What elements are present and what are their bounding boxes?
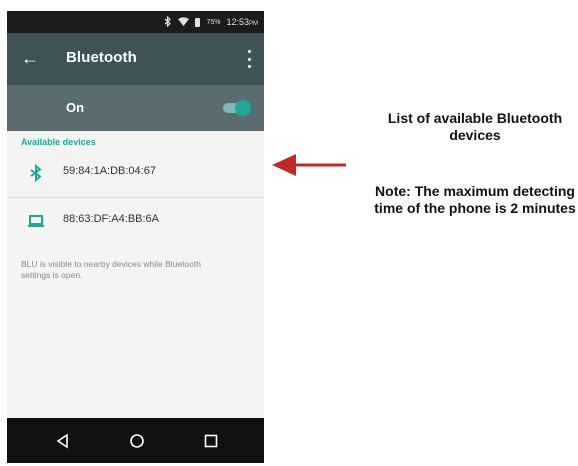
page-title: Bluetooth [66, 49, 137, 66]
navigation-bar [7, 418, 264, 463]
back-arrow-icon[interactable]: ← [21, 47, 39, 69]
status-time: 12:53PM [226, 17, 258, 27]
battery-percent: 75% [206, 18, 221, 26]
visibility-note: BLU is visible to nearby devices while B… [21, 259, 202, 280]
device-name: 88:63:DF:A4:BB:6A [63, 213, 159, 225]
device-row[interactable]: 59:84:1A:DB:04:67 [7, 151, 264, 195]
available-devices-header: Available devices [21, 137, 96, 147]
phone-screen: 75% 12:53PM ← Bluetooth On Available dev… [7, 11, 264, 463]
annotation-title: List of available Bluetooth devices [387, 110, 563, 143]
device-name: 59:84:1A:DB:04:67 [63, 165, 156, 177]
status-icons: 75% 12:53PM [164, 11, 258, 33]
clock-am-pm: PM [249, 21, 258, 27]
bluetooth-toggle-bar[interactable]: On [7, 85, 264, 131]
annotation-note: Note: The maximum detecting time of the … [374, 183, 576, 216]
bluetooth-switch[interactable] [223, 100, 251, 116]
more-options-icon[interactable] [243, 50, 255, 68]
nav-home-icon[interactable] [127, 431, 147, 451]
laptop-icon [27, 212, 45, 230]
switch-thumb [235, 100, 251, 116]
bluetooth-icon [27, 163, 45, 183]
bluetooth-status-icon [164, 15, 172, 29]
device-row[interactable]: 88:63:DF:A4:BB:6A [7, 199, 264, 243]
clock-time: 12:53 [226, 17, 249, 27]
nav-recent-apps-icon[interactable] [201, 431, 221, 451]
status-bar: 75% 12:53PM [7, 11, 264, 33]
battery-icon [195, 17, 201, 27]
toggle-label: On [66, 100, 85, 115]
app-bar: ← Bluetooth [7, 33, 264, 85]
divider [7, 197, 264, 198]
wifi-icon [178, 16, 190, 28]
nav-back-icon[interactable] [53, 431, 73, 451]
pointer-arrow-icon [272, 154, 346, 176]
